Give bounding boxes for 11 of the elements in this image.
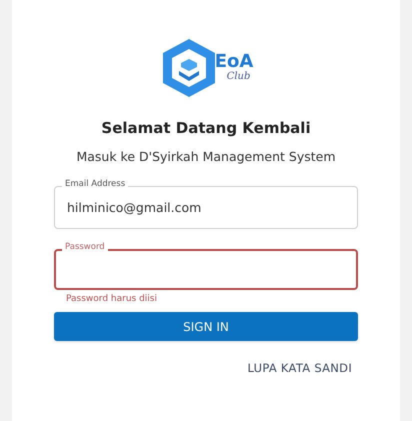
input-field[interactable]: hilminico@gmail.com: [54, 186, 358, 230]
input-field[interactable]: [54, 249, 358, 290]
error-message: Password harus diisi: [66, 293, 157, 306]
field-label: Email Address: [62, 180, 128, 189]
sign-in-button[interactable]: SIGN IN: [54, 312, 358, 342]
field-label: Password: [62, 243, 108, 252]
subtitle: Masuk ke D'Syirkah Management System: [76, 148, 336, 166]
logo-text: EoA: [214, 52, 254, 71]
forgot-password-link[interactable]: LUPA KATA SANDI: [248, 360, 352, 378]
welcome-title: Selamat Datang Kembali: [101, 118, 311, 139]
logo-subtext: Club: [226, 70, 252, 84]
